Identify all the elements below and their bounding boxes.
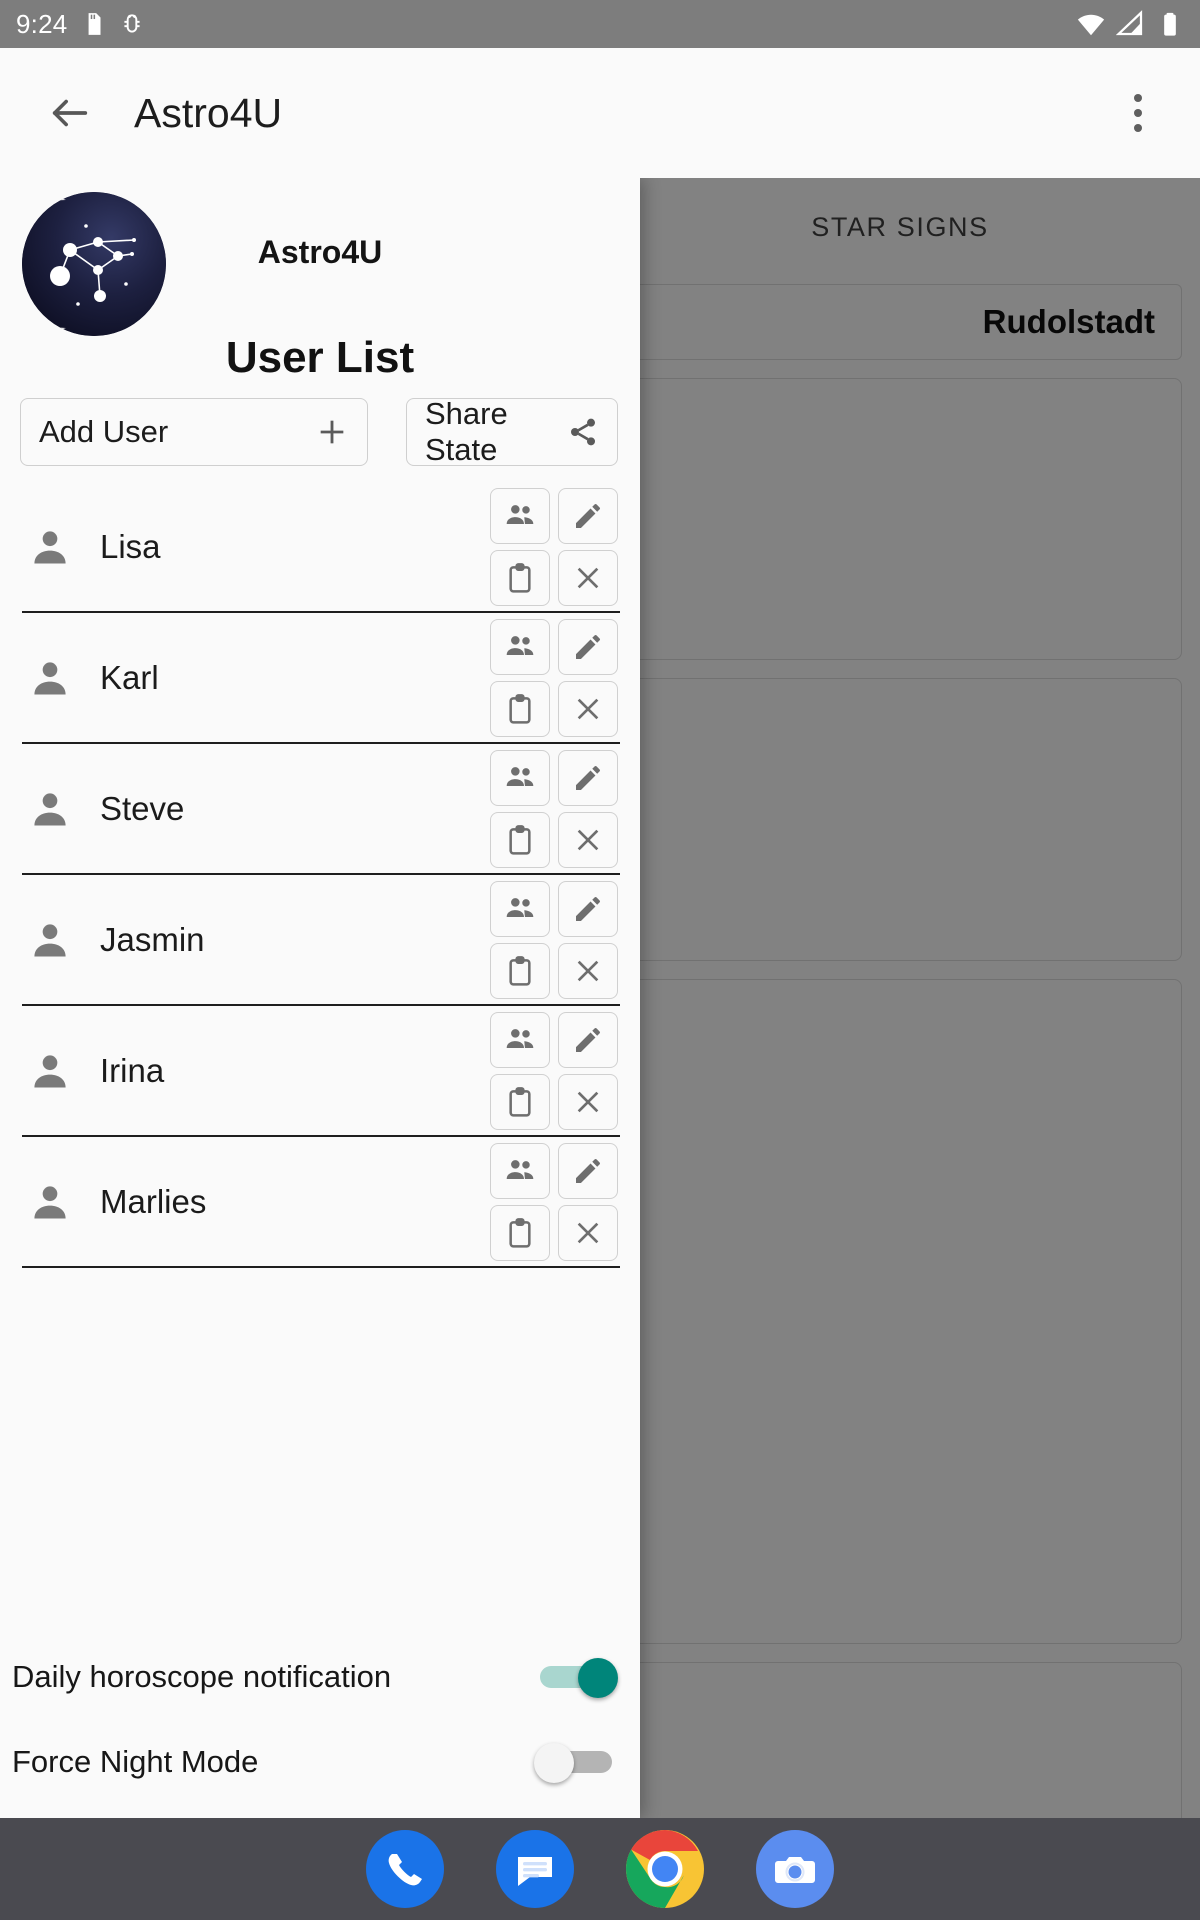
person-icon — [28, 525, 72, 569]
table-row[interactable]: Irina — [22, 1006, 620, 1137]
table-row[interactable]: Steve — [22, 744, 620, 875]
page-title: Astro4U — [134, 89, 283, 136]
messages-app-icon[interactable] — [496, 1830, 574, 1908]
nav-dock — [0, 1818, 1200, 1920]
clipboard-icon[interactable] — [490, 942, 550, 999]
close-x-icon[interactable] — [558, 1204, 618, 1261]
toggle-thumb — [534, 1742, 574, 1783]
drawer-settings: Daily horoscope notification Force Night… — [0, 1634, 640, 1818]
share-icon — [567, 416, 599, 448]
overflow-dot — [1134, 94, 1142, 102]
camera-app-icon[interactable] — [756, 1830, 834, 1908]
user-row-actions — [490, 749, 618, 868]
people-icon[interactable] — [490, 487, 550, 544]
people-icon[interactable] — [490, 880, 550, 937]
add-user-button[interactable]: Add User — [20, 398, 368, 466]
setting-label: Daily horoscope notification — [12, 1658, 392, 1694]
table-row[interactable]: Marlies — [22, 1137, 620, 1268]
navigation-drawer: Astro4U User List Add User Share State L… — [0, 178, 640, 1818]
overflow-dot — [1134, 109, 1142, 117]
overflow-dot — [1134, 124, 1142, 132]
pencil-edit-icon[interactable] — [558, 749, 618, 806]
people-icon[interactable] — [490, 1011, 550, 1068]
user-name: Karl — [100, 658, 159, 696]
setting-label: Force Night Mode — [12, 1743, 259, 1779]
status-right-icons — [1076, 9, 1184, 39]
battery-icon — [1156, 10, 1184, 38]
person-icon — [28, 1180, 72, 1224]
close-x-icon[interactable] — [558, 1073, 618, 1130]
more-vert-icon[interactable] — [1114, 83, 1162, 143]
share-state-label: Share State — [425, 396, 508, 467]
add-user-label: Add User — [39, 414, 169, 449]
table-row[interactable]: Karl — [22, 613, 620, 744]
toggle-thumb — [578, 1657, 618, 1698]
drawer-app-name: Astro4U — [257, 234, 383, 270]
close-x-icon[interactable] — [558, 549, 618, 606]
table-row[interactable]: Lisa — [22, 482, 620, 613]
user-name: Jasmin — [100, 920, 205, 958]
user-row-actions — [490, 1142, 618, 1261]
user-name: Lisa — [100, 527, 161, 565]
user-row-actions — [490, 880, 618, 999]
person-icon — [28, 1049, 72, 1093]
pencil-edit-icon[interactable] — [558, 1142, 618, 1199]
app-bar: Astro4U — [0, 48, 1200, 178]
cell-signal-icon — [1116, 9, 1146, 39]
table-row[interactable]: Jasmin — [22, 875, 620, 1006]
sd-card-icon — [81, 11, 107, 37]
person-icon — [28, 787, 72, 831]
pencil-edit-icon[interactable] — [558, 880, 618, 937]
people-icon[interactable] — [490, 1142, 550, 1199]
user-list: Lisa Karl Steve Jasmin Irina Marlies — [0, 482, 640, 1634]
daily-horoscope-toggle[interactable] — [534, 1653, 618, 1701]
drawer-action-buttons: Add User Share State — [0, 396, 640, 467]
pencil-edit-icon[interactable] — [558, 487, 618, 544]
wifi-icon — [1076, 9, 1106, 39]
setting-row-daily-horoscope[interactable]: Daily horoscope notification — [6, 1634, 618, 1719]
clipboard-icon[interactable] — [490, 811, 550, 868]
setting-row-force-night-mode[interactable]: Force Night Mode — [6, 1719, 618, 1804]
drawer-section-title: User List — [225, 333, 415, 382]
chrome-app-icon[interactable] — [626, 1830, 704, 1908]
force-night-mode-toggle[interactable] — [534, 1738, 618, 1786]
status-clock: 9:24 — [16, 8, 68, 39]
status-left-icons — [81, 11, 145, 37]
pencil-edit-icon[interactable] — [558, 1011, 618, 1068]
close-x-icon[interactable] — [558, 811, 618, 868]
drawer-header: Astro4U User List — [0, 178, 640, 394]
pencil-edit-icon[interactable] — [558, 618, 618, 675]
user-name: Marlies — [100, 1182, 207, 1220]
user-row-actions — [490, 487, 618, 606]
people-icon[interactable] — [490, 749, 550, 806]
clipboard-icon[interactable] — [490, 680, 550, 737]
share-state-button[interactable]: Share State — [406, 396, 618, 467]
phone-app-icon[interactable] — [366, 1830, 444, 1908]
close-x-icon[interactable] — [558, 942, 618, 999]
arrow-back-icon[interactable] — [38, 81, 102, 145]
user-row-actions — [490, 1011, 618, 1130]
phone-screen: ...y STAR SIGNS 8 Rudolstadt Pisces n th… — [0, 0, 1200, 1920]
person-icon — [28, 656, 72, 700]
usb-debug-icon — [119, 11, 145, 37]
clipboard-icon[interactable] — [490, 1204, 550, 1261]
user-row-actions — [490, 618, 618, 737]
close-x-icon[interactable] — [558, 680, 618, 737]
clipboard-icon[interactable] — [490, 1073, 550, 1130]
status-bar: 9:24 — [0, 0, 1200, 48]
clipboard-icon[interactable] — [490, 549, 550, 606]
people-icon[interactable] — [490, 618, 550, 675]
user-name: Steve — [100, 789, 185, 827]
person-icon — [28, 918, 72, 962]
plus-icon — [315, 415, 349, 449]
user-name: Irina — [100, 1051, 165, 1089]
